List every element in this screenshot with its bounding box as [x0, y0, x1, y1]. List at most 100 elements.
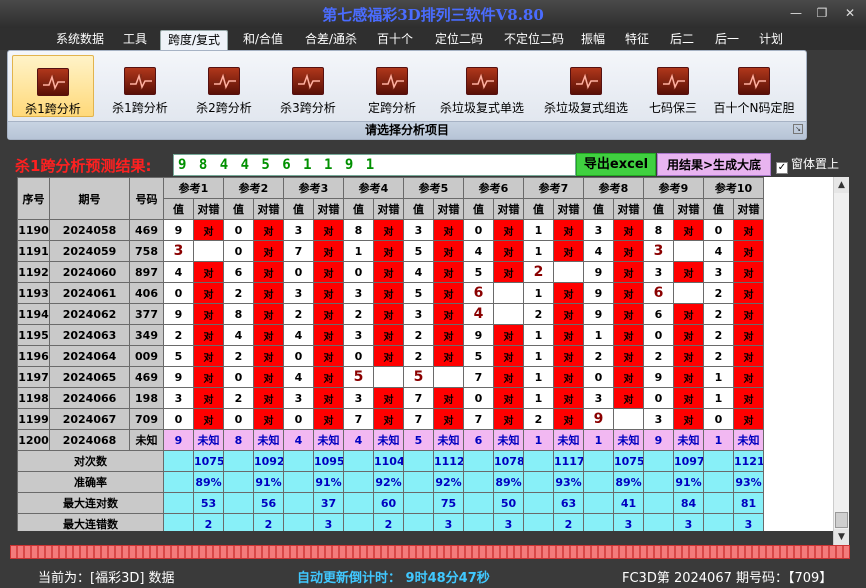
- ribbon-button-3[interactable]: 杀3跨分析: [268, 55, 348, 117]
- close-button[interactable]: ✕: [840, 5, 860, 21]
- predict-mark: 未知: [673, 429, 704, 451]
- predict-mark: 未知: [553, 429, 584, 451]
- scroll-down-icon[interactable]: ▼: [834, 529, 849, 545]
- cell-value: 2: [523, 303, 554, 325]
- stats-value: 53: [193, 492, 224, 514]
- header-ref-10[interactable]: 参考10: [703, 177, 764, 199]
- cell-hit: 对: [733, 240, 764, 262]
- predict-value: 8: [223, 429, 254, 451]
- menu-item-12[interactable]: 计划: [752, 30, 790, 50]
- stats-label: 对次数: [17, 450, 164, 472]
- header-seq[interactable]: 序号: [17, 177, 50, 220]
- stats-value: 93%: [733, 471, 764, 493]
- stats-spacer: [283, 513, 314, 531]
- table-row[interactable]: 1192 2024060 897 4 对 6 对 0 对 0 对 4 对 5 对 2 9 对 3 对 3 对: [17, 261, 764, 283]
- cell-issue: 2024066: [49, 387, 130, 409]
- table-row[interactable]: 1193 2024061 406 0 对 2 对 3 对 3 对 5 对 6 1 对 9 对 6 2 对: [17, 282, 764, 304]
- header-issue[interactable]: 期号: [49, 177, 130, 220]
- menu-item-2[interactable]: 跨度/复式: [160, 30, 228, 50]
- menu-item-3[interactable]: 和/合值: [236, 30, 290, 50]
- vertical-scrollbar[interactable]: ▲ ▼: [833, 177, 849, 545]
- header-ref-5[interactable]: 参考5: [403, 177, 464, 199]
- header-ref-6[interactable]: 参考6: [463, 177, 524, 199]
- stats-value: 92%: [373, 471, 404, 493]
- scroll-up-icon[interactable]: ▲: [834, 177, 849, 193]
- stats-value: 3: [673, 513, 704, 531]
- pin-window-checkbox[interactable]: ✓ 窗体置上: [776, 155, 839, 174]
- cell-issue: 2024062: [49, 303, 130, 325]
- header-ref-3[interactable]: 参考3: [283, 177, 344, 199]
- scroll-thumb[interactable]: [835, 512, 848, 528]
- subheader-value: 值: [163, 198, 194, 220]
- status-countdown: 自动更新倒计时： 9时48分47秒: [297, 571, 490, 586]
- menu-item-4[interactable]: 合差/通杀: [296, 30, 366, 50]
- header-ref-2[interactable]: 参考2: [223, 177, 284, 199]
- stats-spacer: [643, 513, 674, 531]
- menu-item-7[interactable]: 不定位二码: [496, 30, 572, 50]
- cell-value: 0: [643, 387, 674, 409]
- minimize-button[interactable]: —: [786, 5, 806, 21]
- header-code[interactable]: 号码: [129, 177, 164, 220]
- cell-value: 1: [523, 387, 554, 409]
- header-ref-9[interactable]: 参考9: [643, 177, 704, 199]
- stats-spacer: [283, 492, 314, 514]
- stats-spacer: [463, 450, 494, 472]
- generate-base-button[interactable]: 用结果>生成大底: [657, 153, 771, 176]
- export-excel-button[interactable]: 导出excel: [576, 153, 656, 176]
- ribbon-button-8[interactable]: 百十个N码定胆: [708, 55, 800, 117]
- checkbox-icon[interactable]: ✓: [776, 162, 788, 174]
- menu-item-6[interactable]: 定位二码: [426, 30, 492, 50]
- cell-hit: 对: [373, 219, 404, 241]
- table-row[interactable]: 1194 2024062 377 9 对 8 对 2 对 2 对 3 对 4 2 对 9 对 6 对 2 对: [17, 303, 764, 325]
- header-ref-1[interactable]: 参考1: [163, 177, 224, 199]
- ribbon-button-0[interactable]: 杀1跨分析: [12, 55, 94, 117]
- stats-spacer: [223, 492, 254, 514]
- ribbon-button-2[interactable]: 杀2跨分析: [184, 55, 264, 117]
- restore-button[interactable]: ❐: [812, 5, 832, 21]
- cell-hit: 对: [373, 345, 404, 367]
- cell-miss: [553, 261, 584, 283]
- table-row[interactable]: 1199 2024067 709 0 对 0 对 0 对 7 对 7 对 7 对 2 对 9 3 对 0 对: [17, 408, 764, 430]
- cell-value: 4: [583, 240, 614, 262]
- cell-value: 6: [643, 282, 674, 304]
- header-ref-7[interactable]: 参考7: [523, 177, 584, 199]
- table-row[interactable]: 1197 2024065 469 9 对 0 对 4 对 5 5 7 对 1 对 0 对 9 对 1 对: [17, 366, 764, 388]
- table-row[interactable]: 1196 2024064 009 5 对 2 对 0 对 0 对 2 对 5 对 1 对 2 对 2 对 2 对: [17, 345, 764, 367]
- menu-item-8[interactable]: 振幅: [576, 30, 610, 50]
- cell-hit: 对: [733, 282, 764, 304]
- menu-item-1[interactable]: 工具: [116, 30, 154, 50]
- cell-hit: 对: [613, 261, 644, 283]
- prediction-row[interactable]: 1200 2024068 未知 9 未知 8 未知 4 未知 4 未知 5 未知 6 未知 1 未知 1 未知 9 未知…: [17, 429, 764, 451]
- chart-monitor-icon: [124, 67, 156, 95]
- stats-spacer: [223, 513, 254, 531]
- cell-value: 5: [463, 345, 494, 367]
- menu-item-5[interactable]: 百十个: [372, 30, 418, 50]
- cell-hit: 对: [493, 408, 524, 430]
- ribbon-button-1[interactable]: 杀1跨分析: [100, 55, 180, 117]
- ribbon-button-7[interactable]: 七码保三: [640, 55, 706, 117]
- cell-hit: 对: [313, 345, 344, 367]
- ribbon-button-4[interactable]: 定跨分析: [354, 55, 430, 117]
- cell-hit: 对: [733, 303, 764, 325]
- cell-hit: 对: [193, 303, 224, 325]
- menu-item-11[interactable]: 后一: [708, 30, 746, 50]
- cell-value: 0: [283, 261, 314, 283]
- menu-item-9[interactable]: 特征: [618, 30, 656, 50]
- ribbon-button-6[interactable]: 杀垃圾复式组选: [536, 55, 636, 117]
- header-ref-8[interactable]: 参考8: [583, 177, 644, 199]
- ribbon-expand-icon[interactable]: ↘: [793, 124, 803, 134]
- stats-spacer: [643, 471, 674, 493]
- menu-item-10[interactable]: 后二: [662, 30, 702, 50]
- chart-monitor-icon: [738, 67, 770, 95]
- table-row[interactable]: 1195 2024063 349 2 对 4 对 4 对 3 对 2 对 9 对 1 对 1 对 0 对 2 对: [17, 324, 764, 346]
- menu-item-0[interactable]: 系统数据: [48, 30, 112, 50]
- result-output-field[interactable]: 9 8 4 4 5 6 1 1 9 1: [173, 154, 576, 176]
- table-row[interactable]: 1198 2024066 198 3 对 2 对 3 对 3 对 7 对 0 对 1 对 3 对 0 对 1 对: [17, 387, 764, 409]
- ribbon-button-5[interactable]: 杀垃圾复式单选: [432, 55, 532, 117]
- header-ref-4[interactable]: 参考4: [343, 177, 404, 199]
- table-row[interactable]: 1191 2024059 758 3 0 对 7 对 1 对 5 对 4 对 1 对 4 对 3 4 对: [17, 240, 764, 262]
- cell-hit: 对: [613, 219, 644, 241]
- subheader-value: 值: [643, 198, 674, 220]
- cell-hit: 对: [673, 219, 704, 241]
- table-row[interactable]: 1190 2024058 469 9 对 0 对 3 对 8 对 3 对 0 对 1 对 3 对 8 对 0 对: [17, 219, 764, 241]
